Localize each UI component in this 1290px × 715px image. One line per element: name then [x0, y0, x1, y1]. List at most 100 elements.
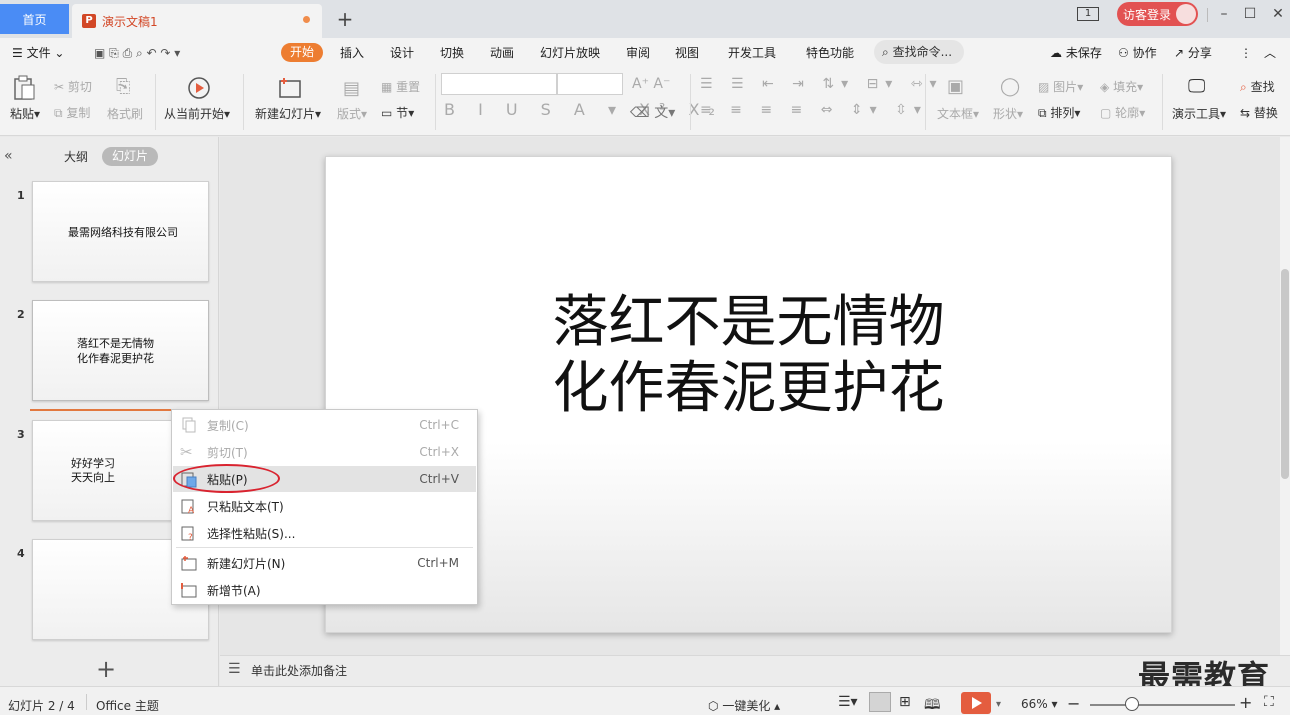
notes-pane[interactable]	[220, 655, 1290, 686]
format-painter-label[interactable]: 格式刷	[107, 105, 143, 122]
tab-slides[interactable]: 幻灯片	[102, 147, 158, 166]
font-format-icons[interactable]: B I U S A ▾ X² X₂	[444, 100, 724, 119]
highlight-ring	[173, 464, 280, 493]
menu-start[interactable]: 开始	[281, 43, 323, 62]
picture-button[interactable]: ▨ 图片▾	[1038, 78, 1083, 95]
tab-home[interactable]: 首页	[0, 4, 69, 34]
arrange-label: 排列	[1050, 106, 1075, 120]
menu-item-paste-special[interactable]: ? 选择性粘贴(S)...	[173, 520, 476, 546]
unsaved-label: 未保存	[1065, 46, 1102, 60]
present-tools-button[interactable]: 演示工具▾	[1172, 105, 1226, 122]
copy-button[interactable]: ⧉ 复制	[54, 104, 90, 121]
unsaved-button[interactable]: ☁ 未保存	[1050, 44, 1102, 62]
textbox-icon[interactable]: ▣	[947, 76, 964, 97]
layout-button[interactable]: 版式▾	[337, 105, 367, 122]
scrollbar-thumb[interactable]	[1281, 269, 1289, 479]
fill-button[interactable]: ◈ 填充▾	[1100, 78, 1143, 95]
font-size-select[interactable]	[557, 73, 623, 95]
replace-button[interactable]: ⇆ 替换	[1240, 104, 1290, 121]
menu-item-new-slide[interactable]: 新建幻灯片(N) Ctrl+M	[173, 550, 476, 576]
window-count-badge[interactable]: 1	[1077, 7, 1099, 21]
shape-icon[interactable]: ◯	[1000, 76, 1020, 97]
menu-animation[interactable]: 动画	[490, 44, 514, 62]
zoom-slider[interactable]	[1090, 704, 1235, 706]
slide-thumbnail-1[interactable]: 最需网络科技有限公司	[32, 181, 209, 282]
notes-toggle-icon[interactable]: ☰▾	[838, 694, 858, 710]
collapse-ribbon-icon[interactable]: ︿	[1264, 44, 1276, 62]
menu-view[interactable]: 视图	[675, 44, 699, 62]
format-painter-icon[interactable]: ⎘	[116, 76, 130, 97]
file-menu[interactable]: ☰ 文件 ⌄	[12, 44, 64, 62]
slide-title-text[interactable]: 落红不是无情物 化作春泥更护花	[325, 290, 1172, 422]
reset-button[interactable]: ▦ 重置	[381, 78, 420, 95]
from-current-button[interactable]: 从当前开始▾	[164, 105, 230, 122]
cut-button[interactable]: ✂ 剪切	[54, 78, 92, 95]
shape-label: 形状	[993, 107, 1018, 121]
zoom-in-icon[interactable]: +	[1239, 693, 1252, 712]
menu-transition[interactable]: 切换	[440, 44, 464, 62]
tab-outline[interactable]: 大纲	[64, 148, 88, 165]
zoom-slider-knob[interactable]	[1125, 697, 1139, 711]
menu-review[interactable]: 审阅	[626, 44, 650, 62]
fit-window-icon[interactable]: ⛶	[1264, 694, 1274, 710]
close-icon[interactable]: ✕	[1268, 4, 1288, 24]
beautify-button[interactable]: ⬡ 一键美化 ▴	[708, 697, 780, 714]
theme-name[interactable]: Office 主题	[96, 697, 159, 714]
textbox-button[interactable]: 文本框▾	[937, 105, 979, 122]
tab-document[interactable]: P 演示文稿1	[72, 4, 322, 38]
add-slide-button[interactable]: +	[96, 655, 116, 683]
collapse-panel-icon[interactable]: «	[4, 148, 13, 164]
font-family-select[interactable]	[441, 73, 557, 95]
sorter-view-icon[interactable]: ⊞	[899, 694, 911, 710]
more-icon[interactable]: ⋮	[1240, 44, 1252, 62]
menu-developer[interactable]: 开发工具	[728, 44, 776, 62]
shape-button[interactable]: 形状▾	[993, 105, 1023, 122]
fill-label: 填充	[1113, 80, 1138, 94]
play-slideshow-button[interactable]	[961, 692, 991, 714]
clear-format-icon[interactable]: ⌫ 文▾	[630, 102, 675, 122]
new-slide-button[interactable]: 新建幻灯片▾	[255, 105, 321, 122]
vertical-scrollbar[interactable]	[1280, 137, 1290, 655]
paste-button[interactable]: 粘贴▾	[10, 105, 40, 122]
scissors-icon: ✂	[180, 443, 193, 461]
zoom-value: 66%	[1021, 697, 1048, 711]
align-icons[interactable]: ≡ ≡ ≡ ≡ ⇔ ⇕▾ ⇳▾	[700, 102, 928, 118]
slide-thumbnail-2[interactable]: 落红不是无情物 化作春泥更护花	[32, 300, 209, 401]
section-button[interactable]: ▭ 节▾	[381, 104, 414, 121]
quick-access-toolbar[interactable]: ▣ ⎘ ⎙ ⌕ ↶ ↷ ▾	[94, 44, 180, 62]
search-command-box[interactable]: ⌕ 查找命令...	[874, 40, 964, 64]
user-icon: ⚇	[1118, 46, 1129, 60]
find-icon: ⌕	[1240, 80, 1247, 94]
new-slide-icon[interactable]	[277, 76, 303, 100]
menu-item-add-section[interactable]: 新增节(A)	[173, 577, 476, 603]
present-tools-icon[interactable]: 🖵	[1188, 76, 1205, 97]
play-from-current-icon[interactable]	[187, 76, 211, 100]
layout-icon[interactable]: ▤	[343, 78, 360, 99]
collab-button[interactable]: ⚇ 协作	[1118, 44, 1157, 62]
login-button[interactable]: 访客登录	[1117, 2, 1198, 26]
paste-big-icon[interactable]	[12, 75, 36, 101]
find-button[interactable]: ⌕ 查找	[1240, 78, 1290, 95]
font-grow-icon[interactable]: A⁺ A⁻	[632, 76, 670, 92]
notes-placeholder[interactable]: 单击此处添加备注	[251, 662, 347, 679]
menu-slideshow[interactable]: 幻灯片放映	[540, 44, 600, 62]
outline-button[interactable]: ▢ 轮廓▾	[1100, 104, 1145, 121]
paste-label: 粘贴	[10, 107, 35, 121]
play-options-icon[interactable]: ▾	[996, 699, 1001, 710]
normal-view-icon[interactable]	[869, 692, 891, 712]
minimize-icon[interactable]: –	[1214, 4, 1234, 24]
menu-design[interactable]: 设计	[390, 44, 414, 62]
share-button[interactable]: ↗ 分享	[1174, 44, 1212, 62]
zoom-level[interactable]: 66% ▾	[1021, 697, 1058, 711]
menu-features[interactable]: 特色功能	[806, 44, 854, 62]
list-format-icons[interactable]: ☰ ☰ ⇤ ⇥ ⇅▾ ⊟▾ ⇿▾	[700, 76, 944, 92]
menu-item-paste-text-only[interactable]: A 只粘贴文本(T)	[173, 493, 476, 519]
arrange-button[interactable]: ⧉ 排列▾	[1038, 104, 1080, 121]
menu-item-copy[interactable]: 复制(C) Ctrl+C	[173, 412, 476, 438]
reading-view-icon[interactable]: 🕮	[924, 694, 941, 715]
maximize-icon[interactable]: ☐	[1240, 4, 1260, 24]
zoom-out-icon[interactable]: −	[1067, 694, 1080, 713]
menu-insert[interactable]: 插入	[340, 44, 364, 62]
menu-item-cut[interactable]: ✂ 剪切(T) Ctrl+X	[173, 439, 476, 465]
new-tab-button[interactable]: +	[332, 6, 358, 32]
